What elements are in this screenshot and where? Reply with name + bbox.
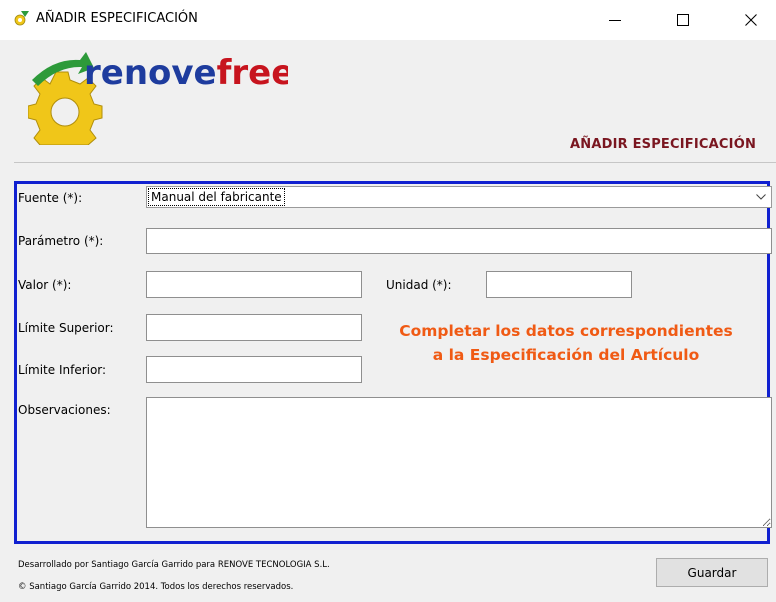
footer-credit: Desarrollado por Santiago García Garrido…: [18, 560, 330, 570]
unidad-input[interactable]: [486, 271, 632, 298]
minimize-icon: [609, 20, 621, 21]
instruction-note: Completar los datos correspondientes a l…: [370, 319, 762, 367]
app-gear-icon: [14, 11, 29, 26]
fuente-selected-value: Manual del fabricante: [148, 188, 285, 206]
maximize-button[interactable]: [660, 0, 706, 40]
observaciones-label: Observaciones:: [18, 403, 111, 417]
instruction-line-2: a la Especificación del Artículo: [432, 346, 700, 364]
limite-inferior-label: Límite Inferior:: [18, 363, 107, 377]
chevron-down-icon: [756, 194, 766, 200]
maximize-icon: [677, 14, 689, 26]
logo-text-free: free: [217, 53, 288, 93]
close-button[interactable]: [728, 0, 774, 40]
page-title: AÑADIR ESPECIFICACIÓN: [570, 137, 757, 152]
limite-superior-label: Límite Superior:: [18, 321, 114, 335]
fuente-dropdown-button[interactable]: [750, 186, 772, 208]
svg-text:renovefree: renovefree: [84, 53, 288, 93]
parametro-input[interactable]: [146, 228, 772, 254]
renovefree-logo: renovefree: [28, 52, 288, 145]
parametro-label: Parámetro (*):: [18, 234, 104, 248]
valor-label: Valor (*):: [18, 278, 72, 292]
limite-inferior-input[interactable]: [146, 356, 362, 383]
footer-copyright: © Santiago García Garrido 2014. Todos lo…: [18, 582, 294, 592]
instruction-line-1: Completar los datos correspondientes: [399, 322, 733, 340]
window-title: AÑADIR ESPECIFICACIÓN: [36, 11, 198, 26]
limite-superior-input[interactable]: [146, 314, 362, 341]
header-divider: [14, 162, 776, 163]
close-icon: [745, 14, 757, 26]
minimize-button[interactable]: [592, 0, 638, 40]
fuente-label: Fuente (*):: [18, 191, 83, 205]
valor-input[interactable]: [146, 271, 362, 298]
logo-text-renove: renove: [84, 53, 217, 93]
observaciones-textarea[interactable]: [146, 397, 772, 528]
unidad-label: Unidad (*):: [386, 278, 452, 292]
save-button[interactable]: Guardar: [656, 558, 768, 587]
